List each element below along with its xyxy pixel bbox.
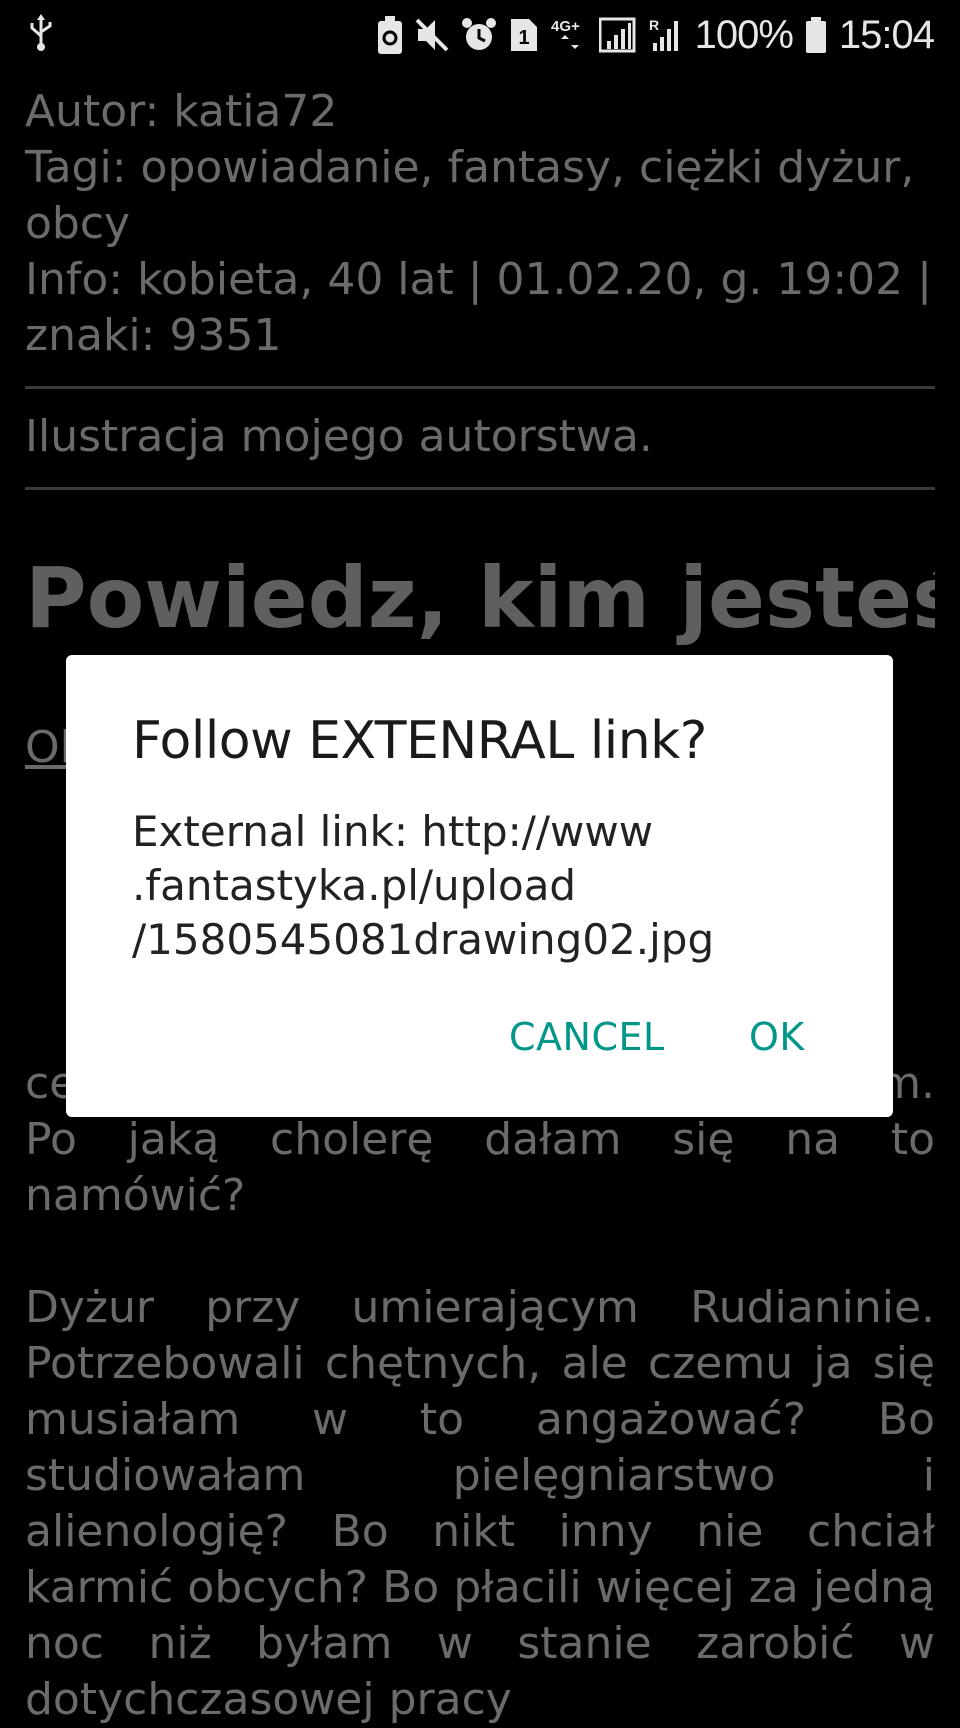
mute-icon — [415, 17, 449, 53]
status-bar: 1 4G+ R 100% 15:04 — [0, 0, 960, 70]
meta-tags-cont: obcy — [25, 198, 131, 249]
dialog-message: External link: http://www .fantastyka.pl… — [132, 805, 772, 967]
clock: 15:04 — [838, 12, 935, 57]
meta-author: Autor: katia72 — [25, 86, 338, 137]
network-icon: 4G+ — [551, 17, 587, 53]
svg-text:1: 1 — [518, 27, 529, 49]
cancel-button[interactable]: CANCEL — [509, 1015, 665, 1059]
svg-text:4G+: 4G+ — [551, 18, 580, 35]
illustration-note: Ilustracja mojego autorstwa. — [25, 411, 653, 462]
alarm-icon — [461, 17, 497, 53]
usb-icon — [28, 14, 54, 52]
article-paragraph: Dyżur przy umierającym Rudianinie. Potrz… — [25, 1282, 935, 1725]
battery-icon — [805, 16, 827, 54]
signal-icon — [598, 17, 637, 53]
dialog-message-line: .fantastyka.pl/upload — [132, 861, 577, 910]
meta-info: Info: kobieta, 40 lat | 01.02.20, g. 19:… — [25, 254, 932, 305]
ok-button[interactable]: OK — [749, 1015, 805, 1059]
external-link-dialog: Follow EXTENRAL link? External link: htt… — [66, 655, 893, 1117]
svg-text:R: R — [649, 17, 659, 33]
dialog-message-line: /1580545081drawing02.jpg — [132, 915, 715, 964]
meta-tags: Tagi: opowiadanie, fantasy, ciężki dyżur… — [25, 142, 915, 193]
battery-saver-icon — [377, 15, 403, 55]
meta-chars: znaki: 9351 — [25, 310, 282, 361]
article-title: Powiedz, kim jesteś — [25, 549, 935, 646]
article-link[interactable]: Ol — [25, 722, 72, 773]
battery-percent: 100% — [694, 12, 794, 57]
roaming-signal-icon: R — [649, 17, 683, 53]
dialog-message-line: External link: http://www — [132, 807, 654, 856]
article-meta: Autor: katia72 Tagi: opowiadanie, fantas… — [25, 84, 935, 364]
sim-icon: 1 — [509, 17, 539, 53]
dialog-title: Follow EXTENRAL link? — [132, 711, 707, 771]
